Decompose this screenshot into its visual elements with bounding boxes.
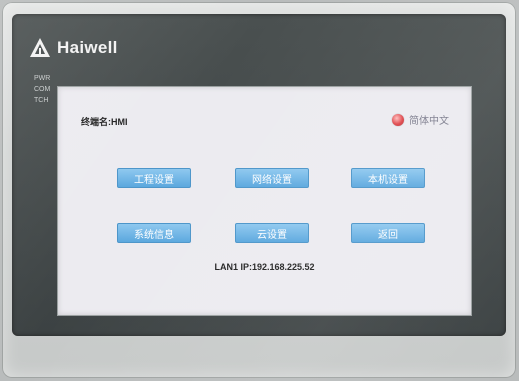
language-label: 简体中文 [409,116,449,127]
lan-ip-address: LAN1 IP:192.168.225.52 [214,262,315,272]
system-info-button[interactable]: 系统信息 [117,223,191,243]
cloud-settings-button[interactable]: 云设置 [235,223,309,243]
hmi-bezel: Haiwell PWR COM TCH 终端名:HMI 简体中文 工程设置 网络… [12,14,506,336]
led-pwr-label: PWR [34,75,51,82]
project-settings-button[interactable]: 工程设置 [117,168,191,188]
brand-name: Haiwell [57,38,118,57]
hmi-screen: 终端名:HMI 简体中文 工程设置 网络设置 本机设置 系统信息 云设置 返回 … [57,86,472,316]
local-settings-button[interactable]: 本机设置 [351,168,425,188]
network-settings-button[interactable]: 网络设置 [235,168,309,188]
terminal-name: 终端名:HMI [81,117,128,127]
brand-logo: Haiwell [29,34,118,62]
language-option[interactable]: 简体中文 [392,112,449,127]
radio-selected-icon[interactable] [392,113,404,126]
back-button[interactable]: 返回 [351,223,425,243]
haiwell-logo-icon [30,38,50,57]
